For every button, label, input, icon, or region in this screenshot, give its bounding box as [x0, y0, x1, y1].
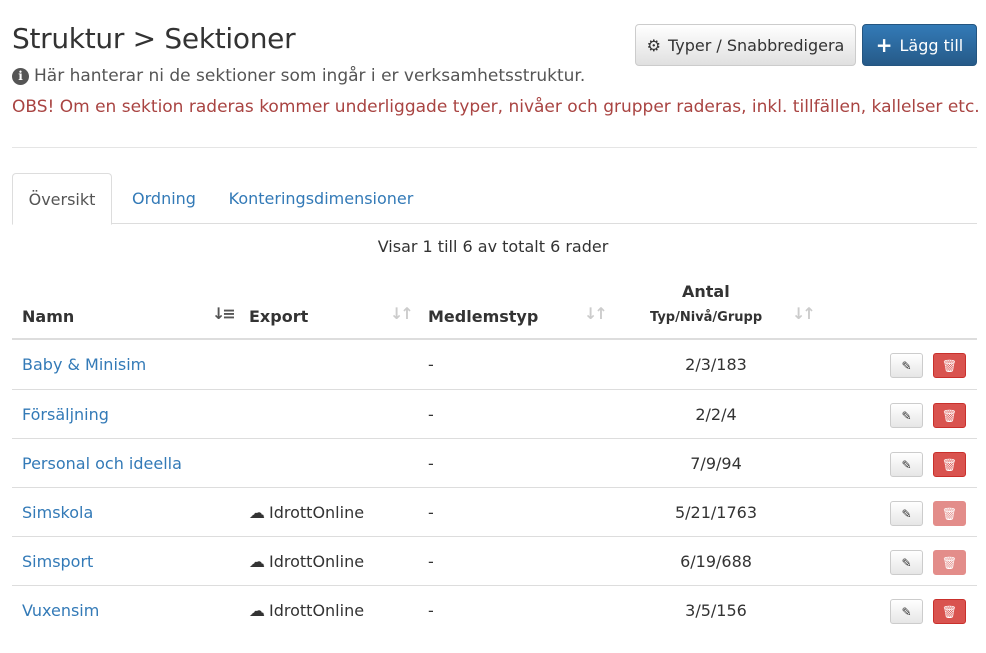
member-type-cell: - [428, 503, 434, 522]
table-row: Personal och ideella - 7/9/94 ✎ 🗑 [12, 438, 977, 487]
table-row: Försäljning - 2/2/4 ✎ 🗑 [12, 389, 977, 438]
section-name-link[interactable]: Personal och ideella [22, 439, 182, 488]
edit-button[interactable]: ✎ [890, 550, 923, 575]
info-icon: i [12, 67, 29, 85]
edit-icon: ✎ [901, 358, 912, 373]
table-row: Baby & Minisim - 2/3/183 ✎ 🗑 [12, 340, 977, 389]
export-label: IdrottOnline [269, 601, 365, 620]
member-type-cell: - [428, 405, 434, 424]
section-name-link[interactable]: Baby & Minisim [22, 340, 146, 389]
count-cell: 2/3/183 [685, 355, 747, 374]
section-name-link[interactable]: Simskola [22, 488, 93, 537]
delete-button[interactable]: 🗑 [933, 353, 966, 378]
types-quick-edit-button[interactable]: ⚙ Typer / Snabbredigera [635, 24, 856, 66]
count-cell: 6/19/688 [680, 552, 752, 571]
count-cell: 3/5/156 [685, 601, 747, 620]
sort-icon[interactable]: ↓↑ [792, 304, 816, 323]
table-header: Namn ↓≡ Export ↓↑ Medlemstyp ↓↑ Antal Ty… [12, 274, 977, 340]
export-cell: ☁ IdrottOnline [249, 488, 364, 537]
export-label: IdrottOnline [269, 503, 365, 522]
edit-button[interactable]: ✎ [890, 403, 923, 428]
trash-icon: 🗑 [941, 408, 958, 423]
edit-icon: ✎ [901, 604, 912, 619]
member-type-cell: - [428, 552, 434, 571]
count-cell: 7/9/94 [690, 454, 742, 473]
count-cell: 5/21/1763 [674, 503, 758, 522]
table-summary: Visar 1 till 6 av totalt 6 rader [377, 237, 609, 256]
types-quick-edit-label: Typer / Snabbredigera [667, 35, 845, 55]
table-row: Vuxensim ☁ IdrottOnline - 3/5/156 ✎ 🗑 [12, 585, 977, 634]
trash-icon: 🗑 [941, 457, 958, 472]
count-cell: 2/2/4 [695, 405, 737, 424]
section-name-link[interactable]: Vuxensim [22, 586, 99, 635]
trash-icon: 🗑 [941, 506, 958, 521]
trash-icon: 🗑 [941, 358, 958, 373]
column-header-count[interactable]: Antal [682, 282, 730, 301]
cloud-upload-icon: ☁ [249, 601, 265, 620]
sort-icon[interactable]: ↓↑ [390, 304, 414, 323]
plus-icon: + [875, 33, 893, 57]
column-header-member-type[interactable]: Medlemstyp [428, 307, 538, 326]
edit-button[interactable]: ✎ [890, 501, 923, 526]
add-section-label: Lägg till [899, 35, 964, 55]
column-header-count-sub: Typ/Nivå/Grupp [650, 310, 763, 325]
sort-icon[interactable]: ↓↑ [584, 304, 608, 323]
tab-bar: Översikt Ordning Konteringsdimensioner [12, 173, 977, 225]
member-type-cell: - [428, 355, 434, 374]
column-header-name[interactable]: Namn [22, 307, 74, 326]
delete-warning: OBS! Om en sektion raderas kommer underl… [12, 97, 980, 117]
tab-oversikt[interactable]: Översikt [12, 173, 112, 225]
edit-button[interactable]: ✎ [890, 452, 923, 477]
cloud-upload-icon: ☁ [249, 503, 265, 522]
delete-button[interactable]: 🗑 [933, 452, 966, 477]
delete-button-disabled: 🗑 [933, 550, 966, 575]
gear-icon: ⚙ [646, 35, 661, 55]
edit-button[interactable]: ✎ [890, 353, 923, 378]
trash-icon: 🗑 [941, 604, 958, 619]
delete-button[interactable]: 🗑 [933, 599, 966, 624]
edit-icon: ✎ [901, 457, 912, 472]
edit-icon: ✎ [901, 506, 912, 521]
member-type-cell: - [428, 454, 434, 473]
page-title: Struktur > Sektioner [12, 22, 296, 55]
divider [12, 147, 977, 148]
edit-button[interactable]: ✎ [890, 599, 923, 624]
subtitle-text: Här hanterar ni de sektioner som ingår i… [34, 66, 586, 86]
page-subtitle: i Här hanterar ni de sektioner som ingår… [12, 66, 585, 86]
table-row: Simskola ☁ IdrottOnline - 5/21/1763 ✎ 🗑 [12, 487, 977, 536]
export-cell: ☁ IdrottOnline [249, 586, 364, 635]
tab-konteringsdimensioner[interactable]: Konteringsdimensioner [222, 173, 420, 224]
table-row: Simsport ☁ IdrottOnline - 6/19/688 ✎ 🗑 [12, 536, 977, 585]
edit-icon: ✎ [901, 408, 912, 423]
section-name-link[interactable]: Försäljning [22, 390, 109, 439]
member-type-cell: - [428, 601, 434, 620]
trash-icon: 🗑 [941, 555, 958, 570]
column-header-export[interactable]: Export [249, 307, 308, 326]
export-label: IdrottOnline [269, 552, 365, 571]
cloud-upload-icon: ☁ [249, 552, 265, 571]
section-name-link[interactable]: Simsport [22, 537, 93, 586]
sort-asc-icon[interactable]: ↓≡ [212, 304, 236, 323]
edit-icon: ✎ [901, 555, 912, 570]
tab-ordning[interactable]: Ordning [120, 173, 208, 224]
export-cell: ☁ IdrottOnline [249, 537, 364, 586]
add-section-button[interactable]: + Lägg till [862, 24, 977, 66]
delete-button[interactable]: 🗑 [933, 403, 966, 428]
delete-button-disabled: 🗑 [933, 501, 966, 526]
